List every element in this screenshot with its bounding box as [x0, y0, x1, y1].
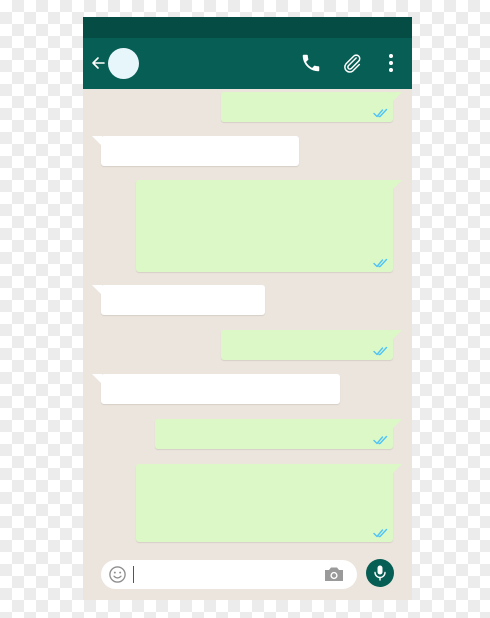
- message-input-container[interactable]: [101, 560, 357, 589]
- message-bubble-incoming[interactable]: [92, 136, 299, 166]
- attach-button[interactable]: [341, 52, 363, 74]
- message-bubble-outgoing[interactable]: [155, 419, 402, 449]
- microphone-icon: [374, 565, 386, 581]
- double-check-icon: [373, 258, 388, 268]
- contact-avatar[interactable]: [108, 48, 139, 79]
- message-input[interactable]: [137, 564, 317, 585]
- text-cursor: [133, 566, 134, 583]
- message-bubble-outgoing[interactable]: [136, 180, 402, 272]
- message-composer: [83, 555, 412, 600]
- voice-call-button[interactable]: [300, 52, 322, 74]
- message-list[interactable]: [83, 89, 412, 555]
- double-check-icon: [373, 108, 388, 118]
- message-bubble-incoming[interactable]: [92, 285, 265, 315]
- chat-screen: [83, 17, 412, 600]
- message-bubble-incoming[interactable]: [92, 374, 340, 404]
- message-bubble-outgoing[interactable]: [221, 92, 402, 122]
- chat-header: [83, 38, 412, 89]
- more-vert-icon: [389, 54, 393, 72]
- emoji-icon: [109, 566, 126, 583]
- camera-button[interactable]: [323, 565, 345, 584]
- back-button[interactable]: [88, 52, 108, 74]
- paperclip-icon: [344, 54, 361, 73]
- emoji-button[interactable]: [108, 565, 127, 584]
- voice-message-button[interactable]: [366, 559, 394, 587]
- camera-icon: [325, 567, 343, 581]
- message-bubble-outgoing[interactable]: [221, 330, 402, 360]
- status-bar: [83, 17, 412, 38]
- message-bubble-outgoing[interactable]: [136, 464, 402, 542]
- overflow-menu-button[interactable]: [384, 52, 398, 74]
- double-check-icon: [373, 346, 388, 356]
- double-check-icon: [373, 435, 388, 445]
- back-arrow-icon: [92, 57, 105, 69]
- phone-icon: [302, 54, 320, 72]
- double-check-icon: [373, 528, 388, 538]
